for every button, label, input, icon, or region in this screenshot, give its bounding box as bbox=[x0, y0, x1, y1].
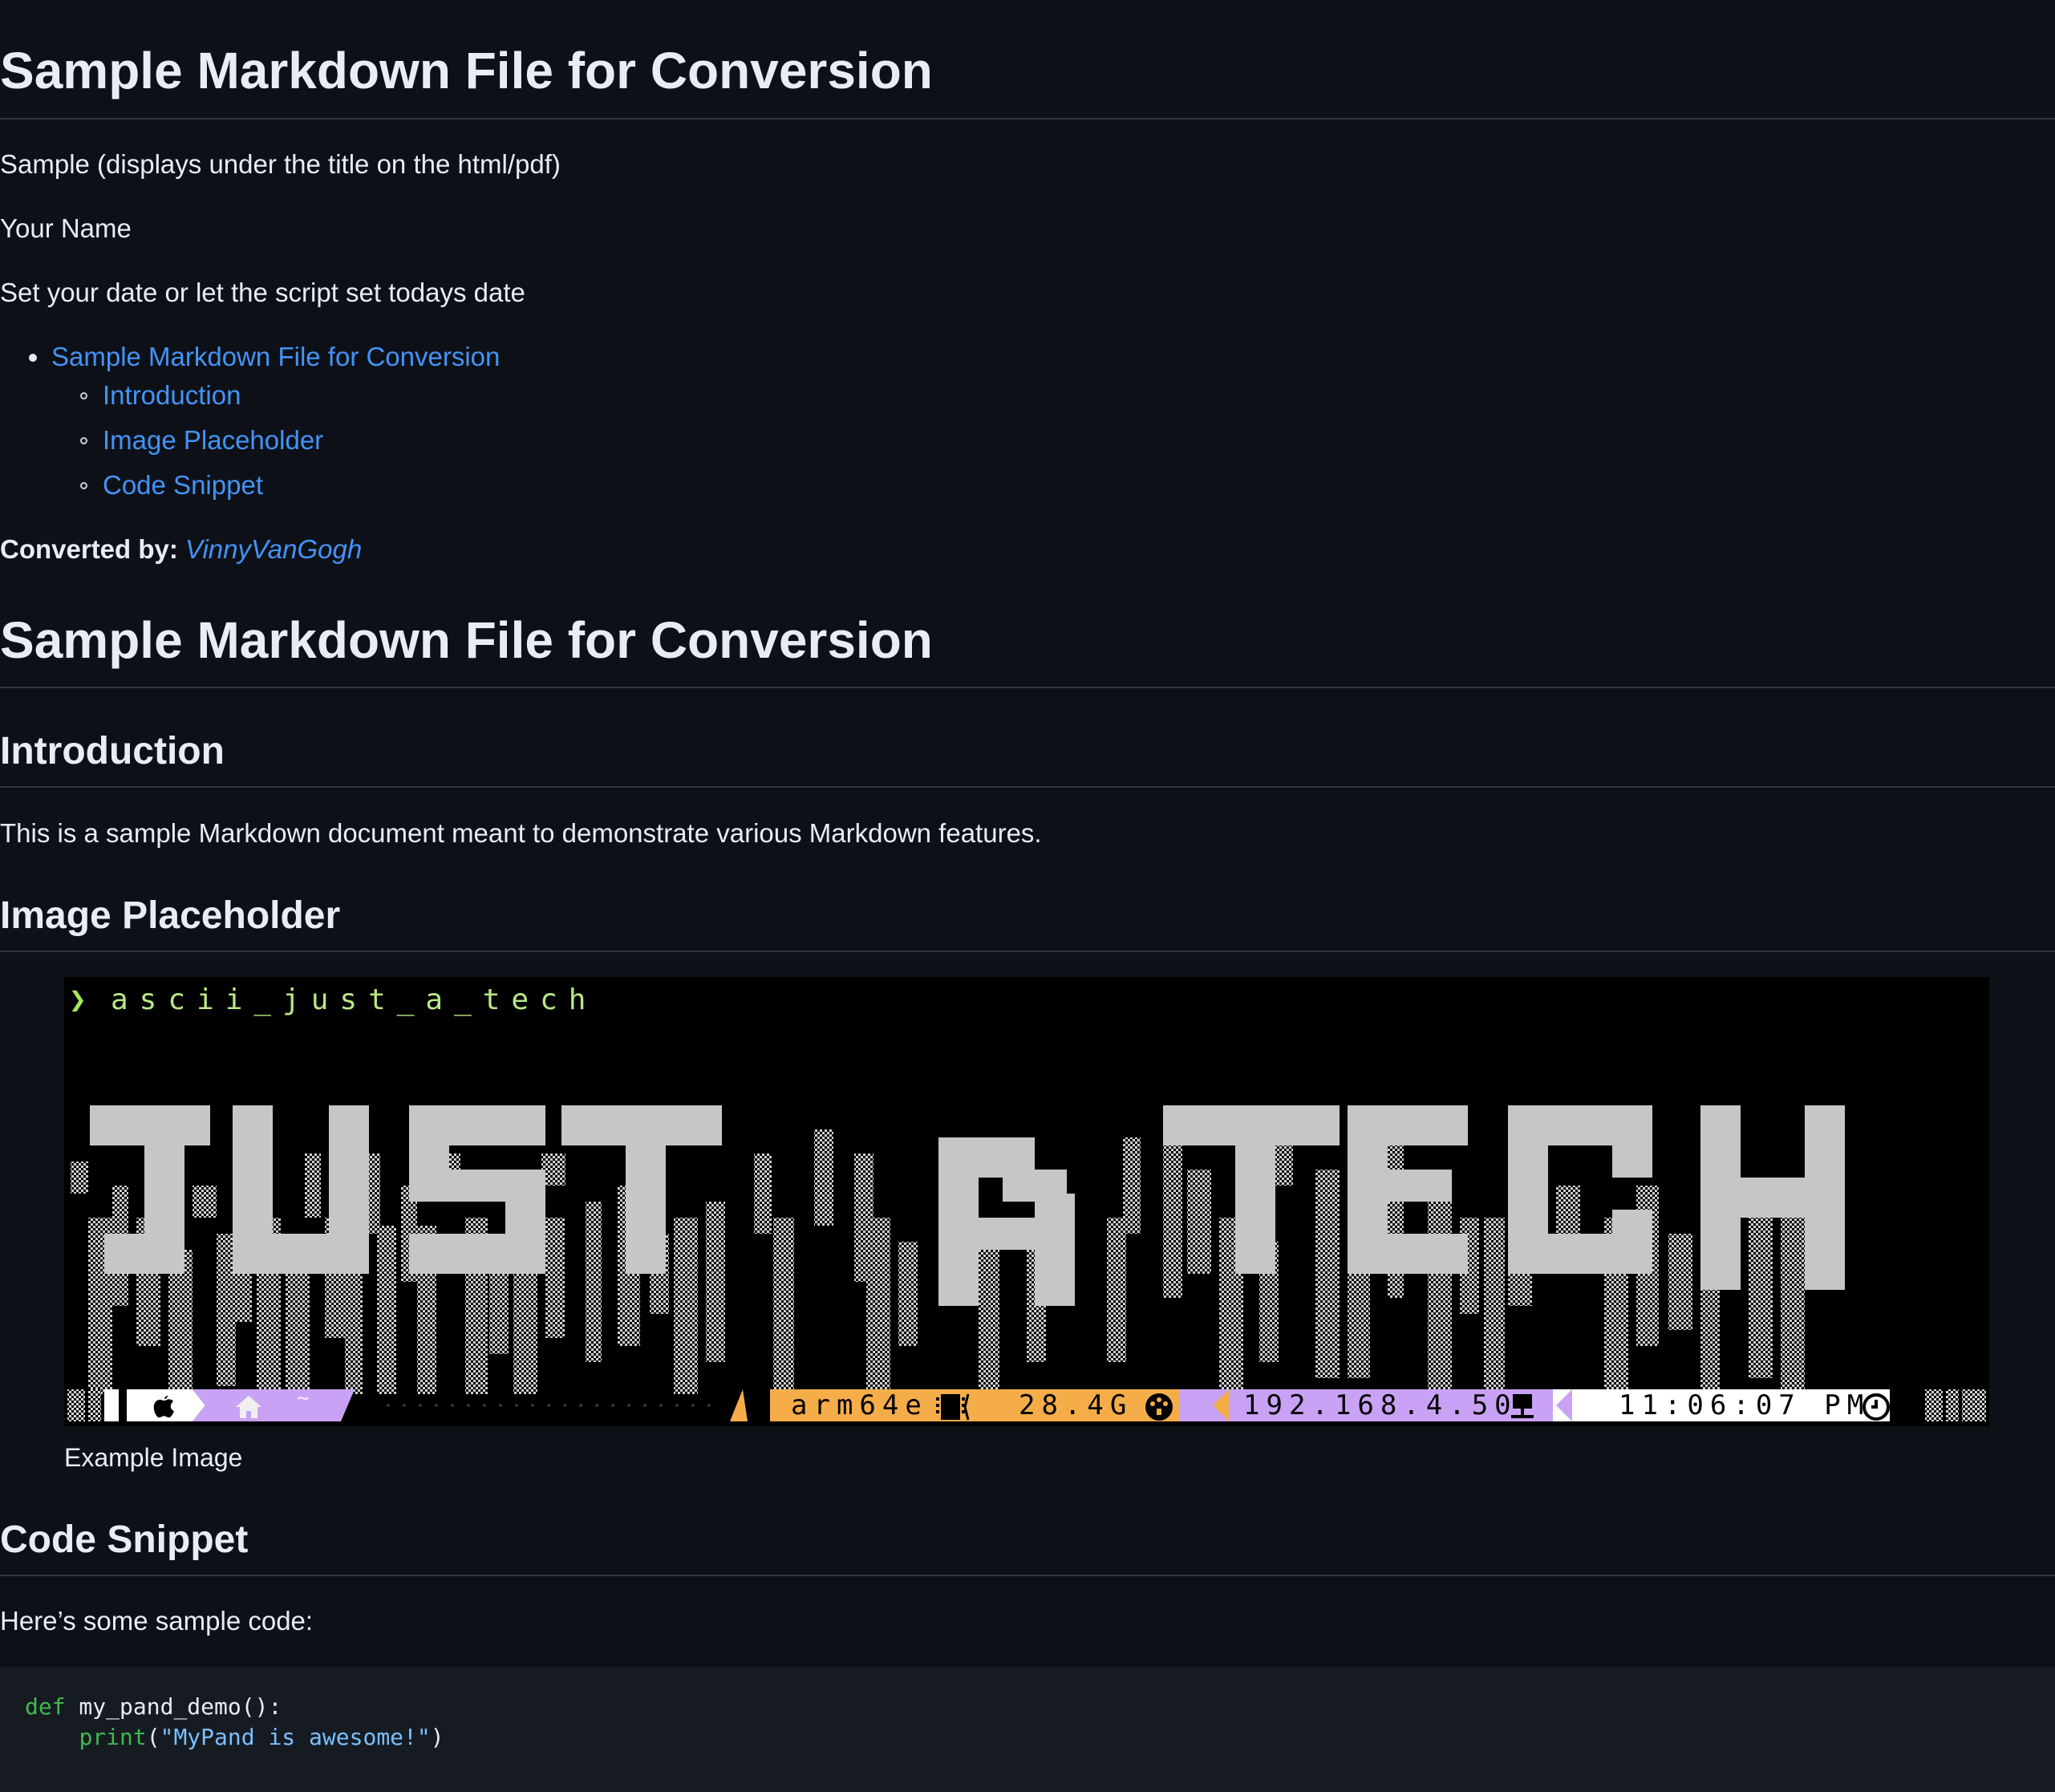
toc-link-title[interactable]: Sample Markdown File for Conversion bbox=[51, 341, 500, 373]
title-divider bbox=[0, 118, 2055, 120]
code-intro: Here’s some sample code: bbox=[0, 1606, 314, 1636]
document-date: Set your date or let the script set toda… bbox=[0, 278, 525, 307]
toc-link-introduction[interactable]: Introduction bbox=[103, 379, 241, 412]
image-heading: Image Placeholder bbox=[0, 894, 341, 937]
converted-by: Converted by: VinnyVanGogh bbox=[0, 533, 362, 566]
gauge-icon bbox=[1143, 1386, 1175, 1425]
code-paren-open: ( bbox=[146, 1724, 160, 1750]
code-function-def: my_pand_demo(): bbox=[65, 1693, 282, 1720]
document-subtitle: Sample (displays under the title on the … bbox=[0, 149, 561, 179]
toc-link-code-snippet[interactable]: Code Snippet bbox=[103, 469, 263, 501]
code-paren-close: ) bbox=[430, 1724, 444, 1750]
converted-by-label: Converted by: bbox=[0, 534, 178, 564]
toc-bullet-disc bbox=[29, 354, 37, 362]
code-line-1: def my_pand_demo(): bbox=[25, 1691, 282, 1723]
code-heading: Code Snippet bbox=[0, 1518, 249, 1561]
ip-address: 192.168.4.50 bbox=[1243, 1389, 1518, 1421]
terminal-status-bar: ~ arm64e 28.4G 192.168.4.50 11:06:07 PM bbox=[64, 1386, 1989, 1425]
code-block[interactable]: def my_pand_demo(): print("MyPand is awe… bbox=[0, 1667, 2055, 1792]
introduction-body: This is a sample Markdown document meant… bbox=[0, 818, 1042, 848]
code-keyword: def bbox=[25, 1693, 66, 1720]
toc-link-image-placeholder[interactable]: Image Placeholder bbox=[103, 424, 323, 456]
apple-icon bbox=[151, 1386, 175, 1425]
code-divider bbox=[0, 1575, 2055, 1576]
memory-label: 28.4G bbox=[1019, 1389, 1133, 1421]
clock-time: 11:06:07 PM bbox=[1619, 1389, 1871, 1421]
ascii-banner bbox=[71, 1105, 1845, 1394]
main-heading: Sample Markdown File for Conversion bbox=[0, 611, 933, 669]
document-author: Your Name bbox=[0, 213, 132, 243]
clock-icon bbox=[1861, 1386, 1891, 1425]
home-icon bbox=[233, 1386, 265, 1425]
arch-label: arm64e bbox=[791, 1389, 928, 1421]
prompt-chevron-icon: ❯ bbox=[69, 983, 95, 1016]
image-caption: Example Image bbox=[64, 1443, 243, 1472]
terminal-screenshot-image: ❯ ascii_just_a_tech ~ arm64e 28.4G 192.1… bbox=[64, 977, 1989, 1426]
code-string: "MyPand is awesome!" bbox=[160, 1724, 431, 1750]
code-builtin: print bbox=[79, 1724, 147, 1750]
converted-by-link[interactable]: VinnyVanGogh bbox=[185, 534, 362, 564]
toc-bullet-circle bbox=[80, 392, 87, 399]
terminal-command: ascii_just_a_tech bbox=[111, 983, 598, 1016]
main-heading-divider bbox=[0, 687, 2055, 688]
network-icon bbox=[1508, 1386, 1537, 1425]
home-path: ~ bbox=[297, 1386, 316, 1410]
toc-bullet-circle bbox=[80, 482, 87, 489]
code-line-2: print("MyPand is awesome!") bbox=[25, 1721, 444, 1753]
cpu-chip-icon bbox=[934, 1386, 970, 1425]
introduction-heading: Introduction bbox=[0, 730, 225, 772]
introduction-divider bbox=[0, 786, 2055, 788]
image-divider bbox=[0, 951, 2055, 952]
toc-bullet-circle bbox=[80, 437, 87, 444]
document-title: Sample Markdown File for Conversion bbox=[0, 42, 933, 99]
